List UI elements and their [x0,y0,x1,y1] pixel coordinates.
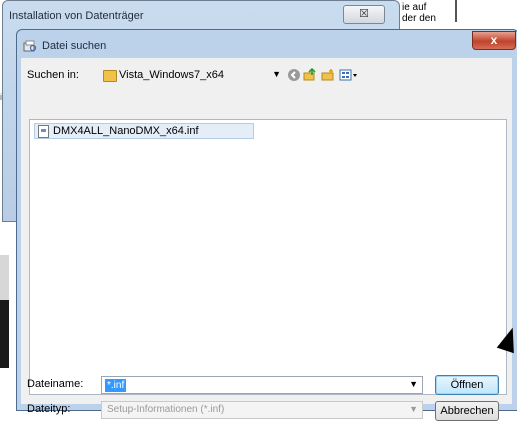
view-menu-icon[interactable] [339,68,359,82]
chevron-down-icon[interactable]: ▼ [409,379,418,389]
filename-value: *.inf [105,379,127,392]
dialog-close-button[interactable]: x [472,31,516,50]
filename-label: Dateiname: [27,378,84,390]
list-item[interactable]: DMX4ALL_NanoDMX_x64.inf [34,123,254,139]
background-dark-panel [0,300,9,368]
filetype-select[interactable]: Setup-Informationen (*.inf) ▼ [101,401,423,419]
chevron-down-icon[interactable]: ▼ [409,404,418,414]
new-folder-icon[interactable] [321,68,335,82]
file-search-dialog: Datei suchen x Suchen in: Vista_Windows7… [16,29,517,421]
filetype-label: Dateityp: [27,403,71,415]
background-text: ie auf der den [402,2,436,24]
cancel-button[interactable]: Abbrechen [435,401,499,421]
find-file-icon [23,40,37,52]
look-in-combo[interactable]: Vista_Windows7_x64 ▼ [99,67,285,85]
file-name: DMX4ALL_NanoDMX_x64.inf [53,125,199,137]
filename-input[interactable]: *.inf ▼ [101,376,423,394]
background-divider [455,0,457,22]
open-button[interactable]: Öffnen [435,375,499,395]
dialog-title: Datei suchen [42,40,107,52]
dialog-client: Suchen in: Vista_Windows7_x64 ▼ DMX4ALL_… [21,58,512,421]
filetype-value: Setup-Informationen (*.inf) [107,404,225,415]
look-in-value: Vista_Windows7_x64 [119,69,224,81]
background-panel [0,255,9,300]
dialog-titlebar: Datei suchen [23,38,106,54]
up-folder-icon[interactable] [303,68,317,82]
file-list[interactable]: DMX4ALL_NanoDMX_x64.inf [29,119,507,395]
inf-file-icon [38,124,49,138]
look-in-label: Suchen in: [27,69,79,81]
back-icon[interactable] [287,68,301,82]
chevron-down-icon[interactable]: ▼ [272,69,281,79]
folder-icon [103,70,117,82]
parent-close-button[interactable]: ☒ [343,5,385,24]
parent-dialog-title: Installation von Datenträger [9,10,144,22]
